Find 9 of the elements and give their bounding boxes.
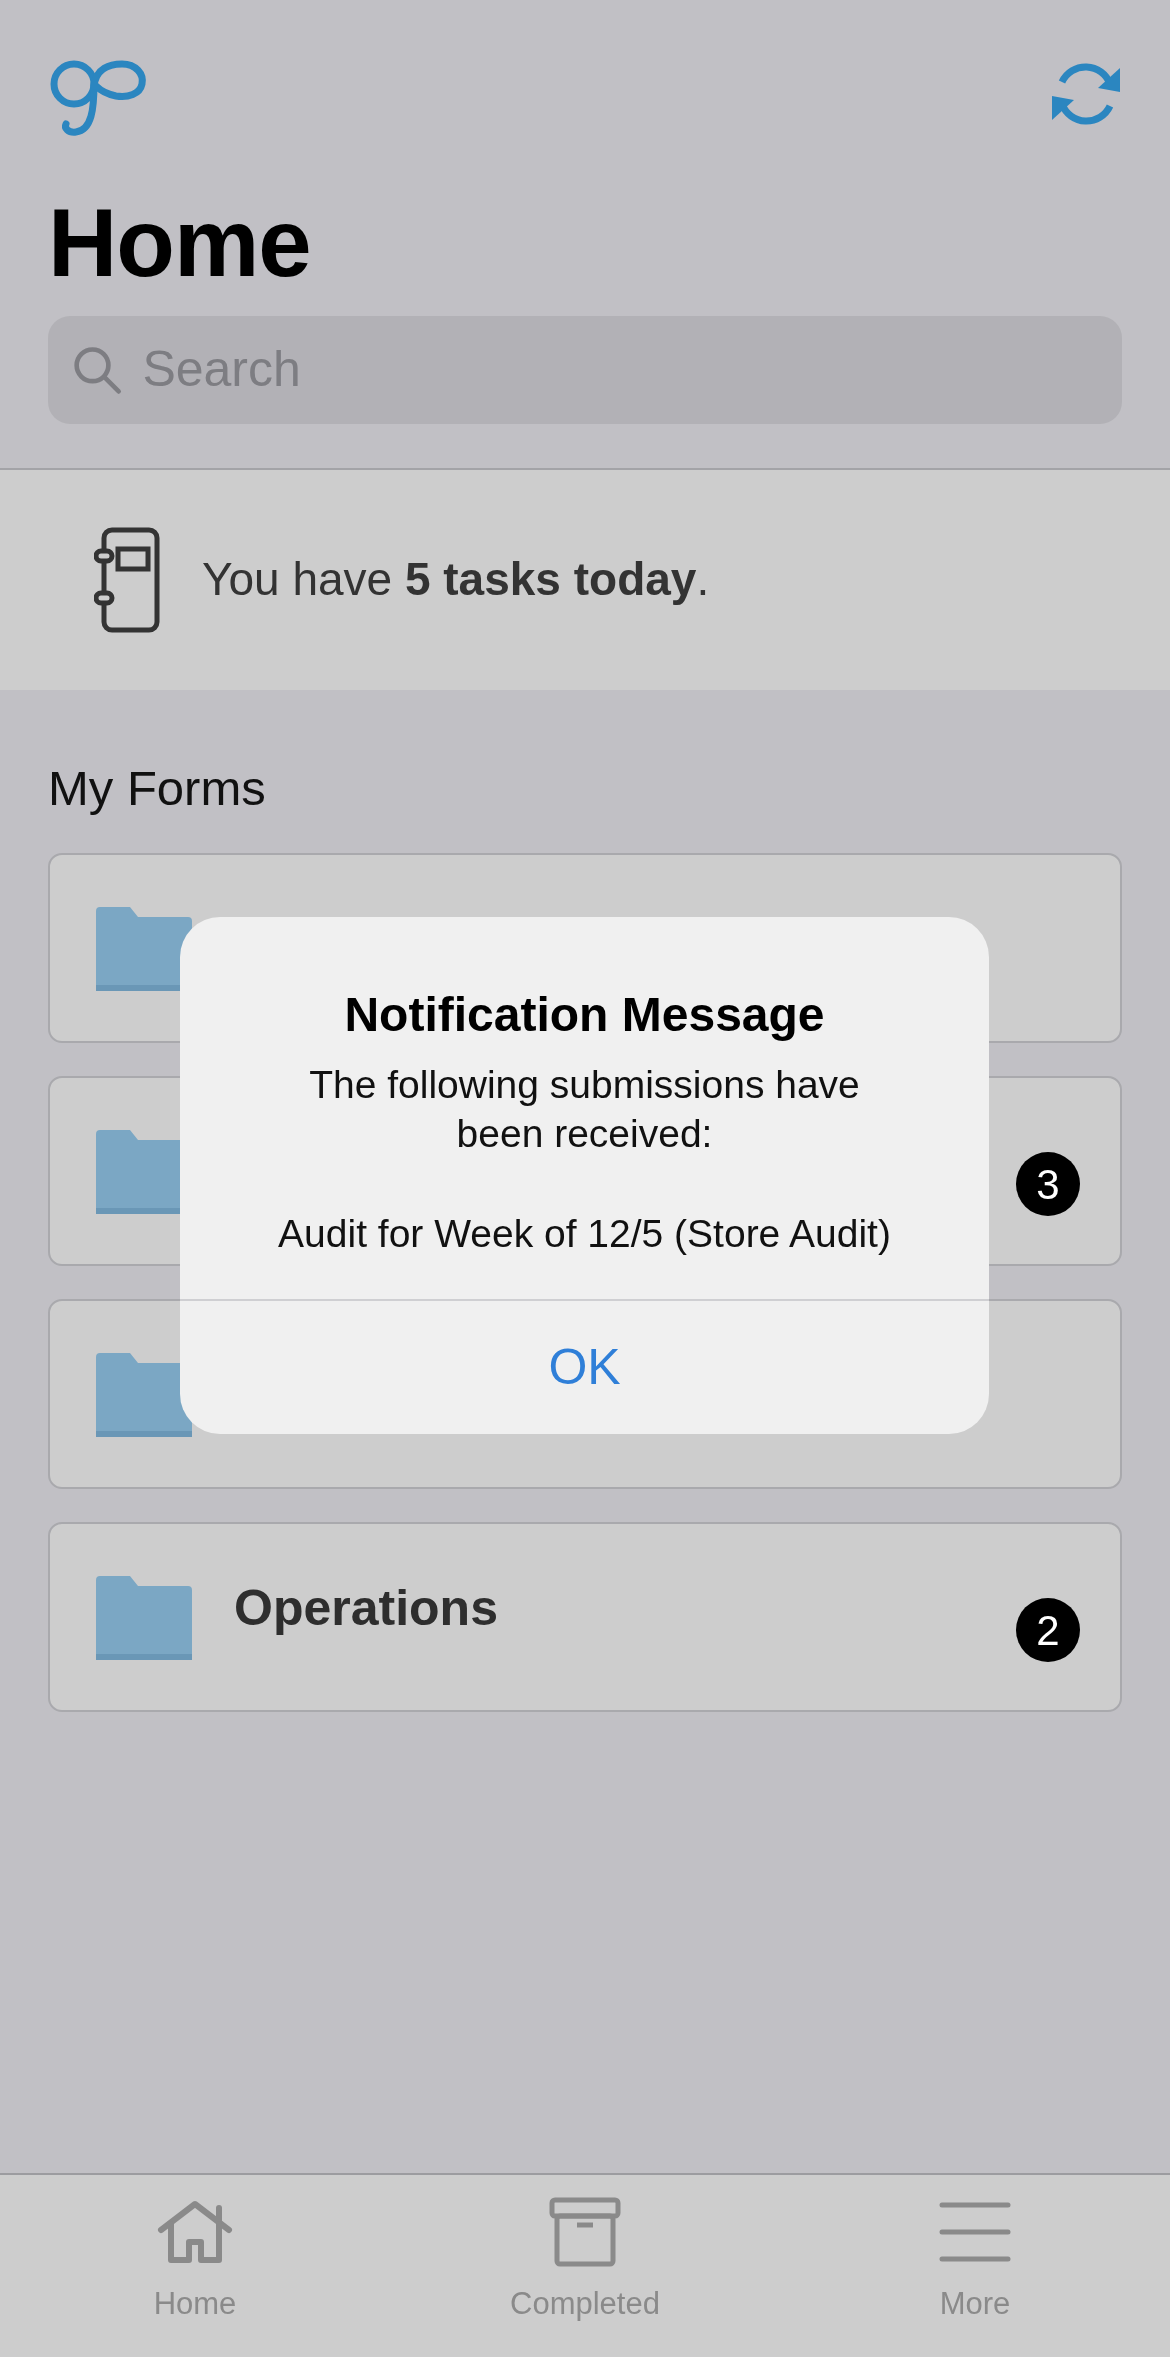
page-title: Home <box>48 190 312 296</box>
dialog-title: Notification Message <box>344 987 825 1043</box>
task-summary: You have 5 tasks today. <box>202 552 710 608</box>
dialog-detail: Audit for Week of 12/5 (Store Audit) <box>278 1210 891 1257</box>
count-badge: 2 <box>1016 1598 1080 1663</box>
folder-name: Operations <box>234 1579 499 1639</box>
dialog-message: The following submissions have been received: <box>308 1062 861 1157</box>
count-badge: 3 <box>1016 1152 1080 1217</box>
section-title: My Forms <box>48 759 267 817</box>
